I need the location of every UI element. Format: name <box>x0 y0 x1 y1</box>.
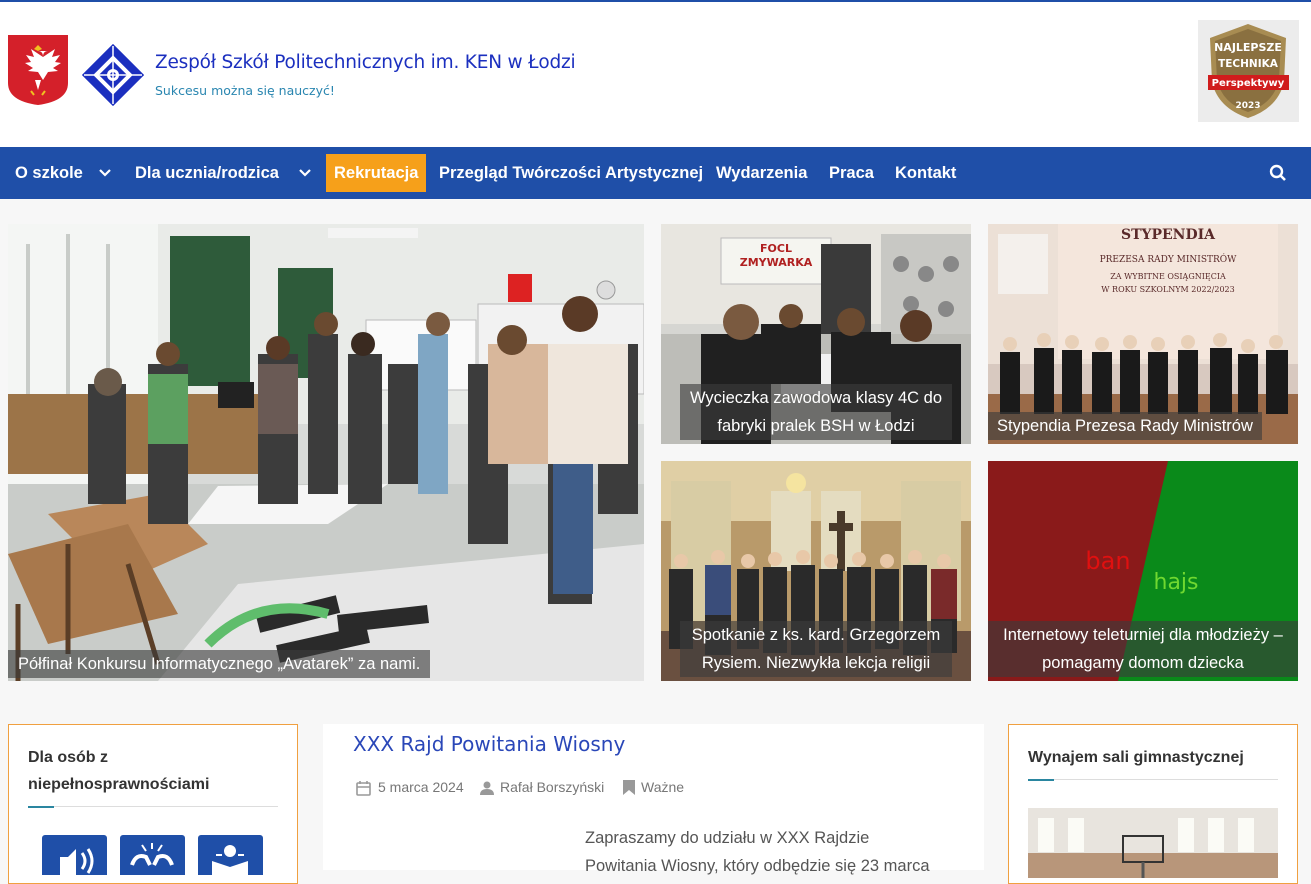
award-badge: NAJLEPSZE TECHNIKA Perspektywy 2023 <box>1198 20 1299 122</box>
award-year: 2023 <box>1235 101 1260 111</box>
slide-line-1: PREZESA RADY MINISTRÓW <box>1100 253 1238 265</box>
excerpt-line: Powitania Wiosny, który odbędzie się 23 … <box>585 857 930 875</box>
speaker-icon[interactable] <box>42 835 107 875</box>
award-ribbon: Perspektywy <box>1212 78 1285 89</box>
excerpt-line: Zapraszamy do udziału w XXX Rajdzie <box>585 829 870 847</box>
nav-item-o-szkole[interactable]: O szkole <box>15 154 83 192</box>
school-logo[interactable] <box>82 44 144 106</box>
gym-photo[interactable] <box>1028 808 1278 878</box>
user-icon <box>480 781 494 795</box>
award-line2: TECHNIKA <box>1218 58 1279 70</box>
caption-line: Wycieczka zawodowa klasy 4C do <box>689 389 943 407</box>
featured-post-stypendia[interactable]: STYPENDIA PREZESA RADY MINISTRÓW ZA WYBI… <box>988 224 1298 444</box>
award-line1: NAJLEPSZE <box>1214 41 1282 54</box>
post-date[interactable]: 5 marca 2024 <box>378 779 464 795</box>
chevron-down-icon[interactable] <box>98 166 112 180</box>
widget-divider <box>28 806 278 807</box>
site-tagline: Sukcesu można się nauczyć! <box>155 83 335 98</box>
word-ban: ban <box>1085 547 1130 575</box>
chevron-down-icon[interactable] <box>298 166 312 180</box>
gym-rental-widget: Wynajem sali gimnastycznej <box>1008 724 1298 884</box>
nav-item-dla-ucznia[interactable]: Dla ucznia/rodzica <box>135 154 279 192</box>
widget-title: Wynajem sali gimnastycznej <box>1028 749 1244 766</box>
widget-accent <box>1028 779 1054 781</box>
featured-post-avatarek[interactable]: Półfinał Konkursu Informatycznego „Avata… <box>8 224 644 681</box>
sign-text-2: ZMYWARKA <box>740 256 813 269</box>
caption-line: Rysiem. Niezwykła lekcja religii <box>701 654 931 672</box>
featured-post-wycieczka[interactable]: FOCL ZMYWARKA Wycieczka zawodowa klasy 4… <box>661 224 971 444</box>
bookmark-icon <box>623 780 635 795</box>
slide-line-3: W ROKU SZKOLNYM 2022/2023 <box>1101 285 1234 294</box>
caption-line: Spotkanie z ks. kard. Grzegorzem <box>691 626 941 644</box>
nav-item-wydarzenia[interactable]: Wydarzenia <box>716 154 807 192</box>
sign-text-1: FOCL <box>760 242 792 255</box>
main-navigation: O szkole Dla ucznia/rodzica Rekrutacja P… <box>0 147 1311 199</box>
post-category[interactable]: Ważne <box>641 779 684 795</box>
search-icon[interactable] <box>1269 164 1287 182</box>
slide-title: STYPENDIA <box>1121 227 1216 243</box>
polish-eagle-emblem[interactable] <box>8 35 68 105</box>
nav-item-rekrutacja[interactable]: Rekrutacja <box>326 154 427 192</box>
accessibility-widget: Dla osób z niepełnosprawnościami <box>8 724 298 884</box>
featured-caption[interactable]: Spotkanie z ks. kard. Grzegorzem Rysiem.… <box>680 621 952 677</box>
widget-divider <box>1028 779 1278 780</box>
caption-line: pomagamy domom dziecka <box>1042 654 1244 672</box>
sign-language-icon[interactable] <box>120 835 185 875</box>
post-excerpt: Zapraszamy do udziału w XXX Rajdzie Powi… <box>585 824 965 880</box>
nav-item-kontakt[interactable]: Kontakt <box>895 154 956 192</box>
featured-caption[interactable]: Wycieczka zawodowa klasy 4C do fabryki p… <box>680 384 952 440</box>
widget-title-line: niepełnosprawnościami <box>28 776 210 793</box>
post-author[interactable]: Rafał Borszyński <box>500 779 604 795</box>
scholarship-photo: STYPENDIA PREZESA RADY MINISTRÓW ZA WYBI… <box>988 224 1298 444</box>
caption-line: fabryki pralek BSH w Łodzi <box>717 417 915 435</box>
classroom-photo <box>8 224 644 681</box>
post-title[interactable]: XXX Rajd Powitania Wiosny <box>353 732 625 756</box>
featured-caption[interactable]: Półfinał Konkursu Informatycznego „Avata… <box>8 650 431 678</box>
site-title[interactable]: Zespół Szkół Politechnicznych im. KEN w … <box>155 52 576 73</box>
caption-line: Internetowy teleturniej dla młodzieży – <box>1003 626 1283 644</box>
featured-post-spotkanie[interactable]: Spotkanie z ks. kard. Grzegorzem Rysiem.… <box>661 461 971 681</box>
word-hajs: hajs <box>1154 570 1199 595</box>
post-card: XXX Rajd Powitania Wiosny 5 marca 2024 R… <box>323 724 984 875</box>
featured-caption[interactable]: Stypendia Prezesa Rady Ministrów <box>988 412 1262 440</box>
featured-caption[interactable]: Internetowy teleturniej dla młodzieży – … <box>988 621 1298 677</box>
site-header: Zespół Szkół Politechnicznych im. KEN w … <box>0 2 1311 147</box>
calendar-icon <box>356 781 371 796</box>
nav-item-praca[interactable]: Praca <box>829 154 874 192</box>
nav-item-przeglad[interactable]: Przegląd Twórczości Artystycznej <box>439 154 703 192</box>
featured-post-teleturniej[interactable]: ban hajs Internetowy teleturniej dla mło… <box>988 461 1298 681</box>
slide-line-2: ZA WYBITNE OSIĄGNIĘCIA <box>1110 272 1226 281</box>
widget-title-line: Dla osób z <box>28 749 109 766</box>
widget-accent <box>28 806 54 808</box>
easy-read-icon[interactable] <box>198 835 263 875</box>
widget-title: Dla osób z niepełnosprawnościami <box>28 744 209 798</box>
